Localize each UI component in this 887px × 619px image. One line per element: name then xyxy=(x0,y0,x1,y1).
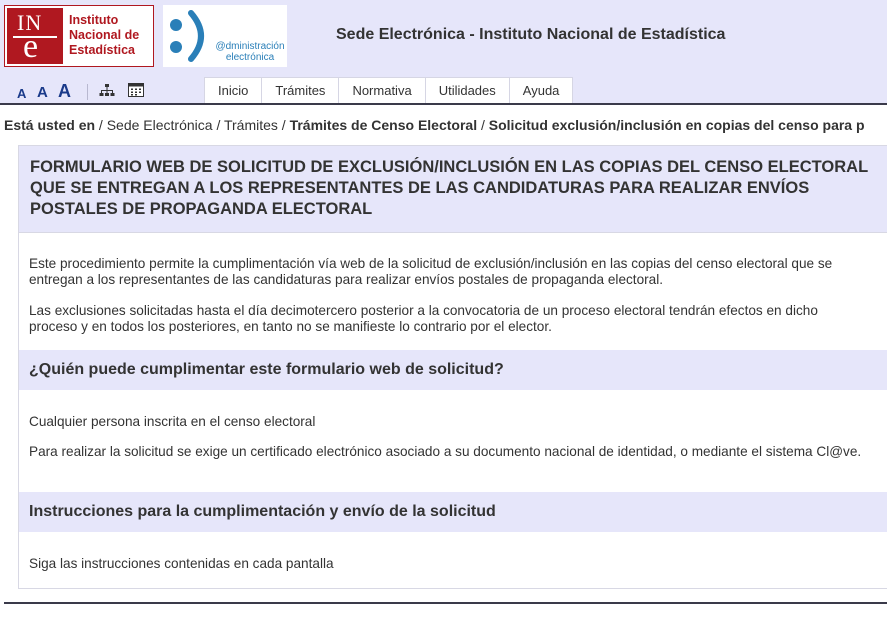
ine-logo-mark: IN e xyxy=(7,8,63,64)
ine-logo-mark-e: e xyxy=(23,28,39,65)
breadcrumb-separator: / xyxy=(216,117,221,133)
breadcrumb-link-tramites[interactable]: Trámites xyxy=(224,117,278,133)
tab-normativa[interactable]: Normativa xyxy=(338,77,426,104)
ine-logo[interactable]: IN e Instituto Nacional de Estadística xyxy=(4,5,154,67)
admin-logo-line: @dministración xyxy=(215,41,285,52)
main-nav: Inicio Trámites Normativa Utilidades Ayu… xyxy=(204,77,574,104)
section-paragraph: Cualquier persona inscrita en el censo e… xyxy=(29,414,316,429)
font-size-small-button[interactable]: A xyxy=(17,86,26,101)
administracion-electronica-text: @dministración electrónica xyxy=(213,41,287,63)
intro-paragraph: Las exclusiones solicitadas hasta el día… xyxy=(29,303,818,334)
breadcrumb-separator: / xyxy=(281,117,286,133)
ine-logo-line: Estadística xyxy=(69,43,136,57)
form-title-box: FORMULARIO WEB DE SOLICITUD DE EXCLUSIÓN… xyxy=(19,146,887,233)
tab-tramites[interactable]: Trámites xyxy=(261,77,340,104)
breadcrumb-current-censo: Trámites de Censo Electoral xyxy=(289,117,478,133)
admin-logo-line: electrónica xyxy=(225,52,275,63)
site-title: Sede Electrónica - Instituto Nacional de… xyxy=(336,26,726,43)
calendar-icon[interactable] xyxy=(128,82,144,98)
ine-logo-text: Instituto Nacional de Estadística xyxy=(69,13,153,58)
sitemap-icon[interactable] xyxy=(99,83,115,99)
site-header: IN e Instituto Nacional de Estadística @… xyxy=(0,0,887,104)
ine-logo-line: Instituto xyxy=(69,13,119,27)
footer-divider xyxy=(4,602,887,604)
smiley-icon xyxy=(170,10,204,62)
tab-inicio[interactable]: Inicio xyxy=(204,77,263,104)
section-paragraph: Para realizar la solicitud se exige un c… xyxy=(29,444,862,459)
tools-divider xyxy=(87,84,88,100)
breadcrumb-lead: Está usted en xyxy=(4,117,96,133)
tab-ayuda[interactable]: Ayuda xyxy=(508,77,574,104)
breadcrumb-separator: / xyxy=(481,117,485,133)
breadcrumb-link-sede[interactable]: Sede Electrónica xyxy=(107,117,213,133)
font-size-medium-button[interactable]: A xyxy=(37,84,48,101)
section-paragraph: Siga las instrucciones contenidas en cad… xyxy=(29,556,334,571)
breadcrumb: Está usted en / Sede Electrónica / Trámi… xyxy=(4,117,865,133)
breadcrumb-current-page: Solicitud exclusión/inclusión en copias … xyxy=(488,117,865,133)
header-divider xyxy=(0,103,887,105)
tab-utilidades[interactable]: Utilidades xyxy=(424,77,510,104)
breadcrumb-separator: / xyxy=(98,117,103,133)
page-title: FORMULARIO WEB DE SOLICITUD DE EXCLUSIÓN… xyxy=(30,158,868,218)
font-size-large-button[interactable]: A xyxy=(58,81,71,102)
administracion-electronica-logo[interactable]: @dministración electrónica xyxy=(163,5,287,67)
intro-paragraph: Este procedimiento permite la cumpliment… xyxy=(29,256,833,287)
ine-logo-line: Nacional de xyxy=(69,28,140,42)
section-heading-instructions: Instrucciones para la cumplimentación y … xyxy=(19,492,887,532)
section-heading-who: ¿Quién puede cumplimentar este formulari… xyxy=(19,350,887,390)
content-panel: FORMULARIO WEB DE SOLICITUD DE EXCLUSIÓN… xyxy=(18,145,887,589)
